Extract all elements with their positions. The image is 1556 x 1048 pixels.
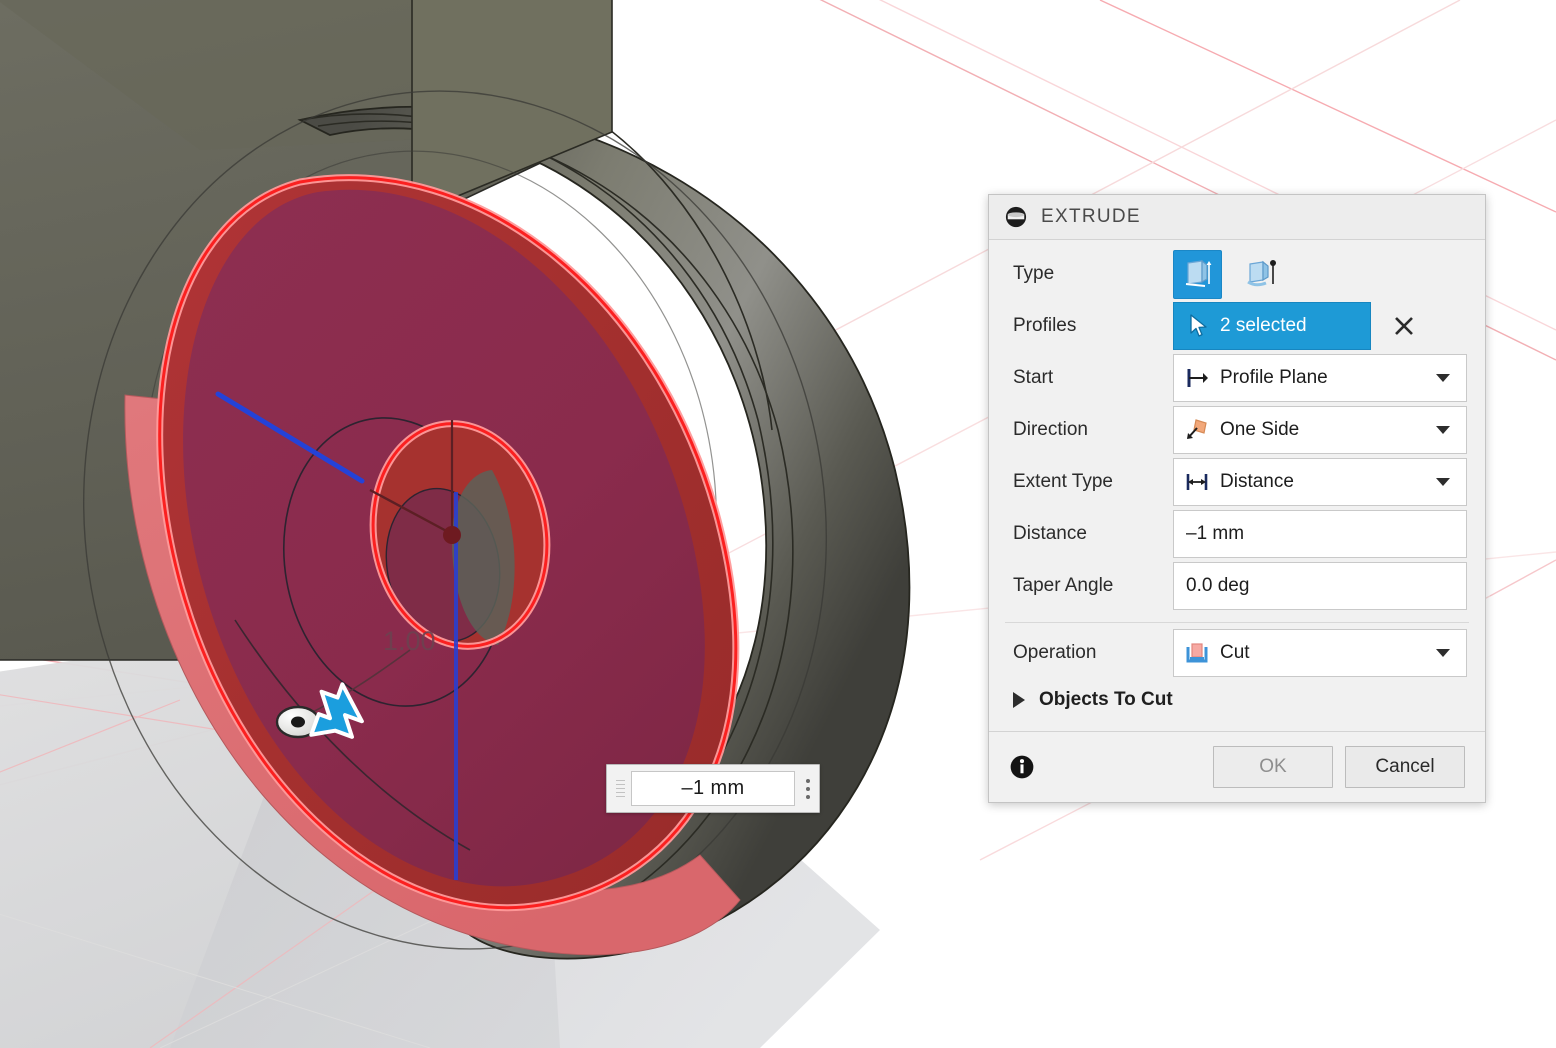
chevron-down-icon — [1436, 426, 1450, 434]
objects-to-cut-section[interactable]: Objects To Cut — [989, 679, 1485, 725]
ok-button[interactable]: OK — [1213, 746, 1333, 788]
extent-type-label: Extent Type — [1013, 471, 1113, 492]
chevron-down-icon — [1436, 374, 1450, 382]
start-value: Profile Plane — [1220, 367, 1328, 388]
dialog-footer: OK Cancel — [989, 731, 1485, 802]
extent-type-dropdown[interactable]: Distance — [1173, 458, 1467, 506]
dialog-title: EXTRUDE — [1041, 206, 1141, 227]
start-dropdown[interactable]: Profile Plane — [1173, 354, 1467, 402]
profiles-selection-chip[interactable]: 2 selected — [1173, 302, 1371, 350]
row-direction: Direction One Side — [989, 404, 1485, 456]
direction-value: One Side — [1220, 419, 1300, 440]
dialog-body: Type Profiles 2 selected Start Profile P… — [989, 240, 1485, 731]
taper-angle-input[interactable]: 0.0 deg — [1173, 562, 1467, 610]
distance-manipulator[interactable]: –1 mm — [606, 764, 820, 813]
extrude-profile-icon — [1185, 259, 1211, 287]
profiles-label: Profiles — [1013, 315, 1077, 336]
profiles-clear-icon[interactable] — [1389, 311, 1419, 341]
operation-label: Operation — [1013, 642, 1097, 663]
dimension-label: 1.00 — [383, 626, 436, 656]
row-taper-angle: Taper Angle 0.0 deg — [989, 560, 1485, 612]
extrude-tapered-icon-button[interactable] — [1236, 250, 1285, 299]
fusion-cad-window: 1.00 –1 mm EXTRUDE Type Profiles 2 selec… — [0, 0, 1556, 1048]
extrude-dialog: EXTRUDE Type Profiles 2 selected Start P… — [988, 194, 1486, 803]
row-operation: Operation Cut — [989, 627, 1485, 679]
manipulator-drag-grip[interactable] — [611, 772, 629, 806]
dialog-title-bar[interactable]: EXTRUDE — [989, 195, 1485, 240]
row-extent-type: Extent Type Distance — [989, 456, 1485, 508]
manipulator-more-options-icon[interactable] — [797, 772, 819, 806]
row-distance: Distance –1 mm — [989, 508, 1485, 560]
start-label: Start — [1013, 367, 1054, 388]
objects-to-cut-label: Objects To Cut — [1039, 689, 1173, 710]
info-icon[interactable] — [1009, 754, 1035, 780]
operation-dropdown[interactable]: Cut — [1173, 629, 1467, 677]
extent-type-value: Distance — [1220, 471, 1294, 492]
close-icon — [1395, 317, 1413, 335]
chevron-down-icon — [1436, 478, 1450, 486]
distance-label: Distance — [1013, 523, 1087, 544]
dialog-divider — [1005, 622, 1469, 623]
row-start: Start Profile Plane — [989, 352, 1485, 404]
operation-value: Cut — [1220, 642, 1250, 663]
center-point — [443, 526, 461, 544]
type-label: Type — [1013, 263, 1055, 284]
chevron-down-icon — [1436, 649, 1450, 657]
profiles-value: 2 selected — [1220, 315, 1307, 336]
extrude-feature-icon — [1005, 206, 1027, 228]
type-button-group — [1173, 249, 1285, 299]
selection-cursor-icon — [1190, 314, 1207, 337]
direction-dropdown[interactable]: One Side — [1173, 406, 1467, 454]
chevron-right-icon — [1013, 692, 1025, 708]
row-profiles: Profiles 2 selected — [989, 300, 1485, 352]
row-type: Type — [989, 248, 1485, 300]
distance-input[interactable]: –1 mm — [1173, 510, 1467, 558]
one-side-icon — [1187, 419, 1207, 439]
manipulator-distance-input[interactable]: –1 mm — [631, 771, 795, 806]
cancel-button[interactable]: Cancel — [1345, 746, 1465, 788]
sketch-point-center — [291, 716, 305, 728]
extrude-tapered-icon — [1246, 260, 1276, 287]
cut-operation-icon — [1186, 643, 1208, 663]
taper-angle-label: Taper Angle — [1013, 575, 1114, 596]
distance-icon — [1186, 474, 1208, 490]
extrude-profile-icon-button[interactable] — [1173, 249, 1222, 299]
direction-label: Direction — [1013, 419, 1088, 440]
profile-plane-icon — [1187, 369, 1208, 387]
